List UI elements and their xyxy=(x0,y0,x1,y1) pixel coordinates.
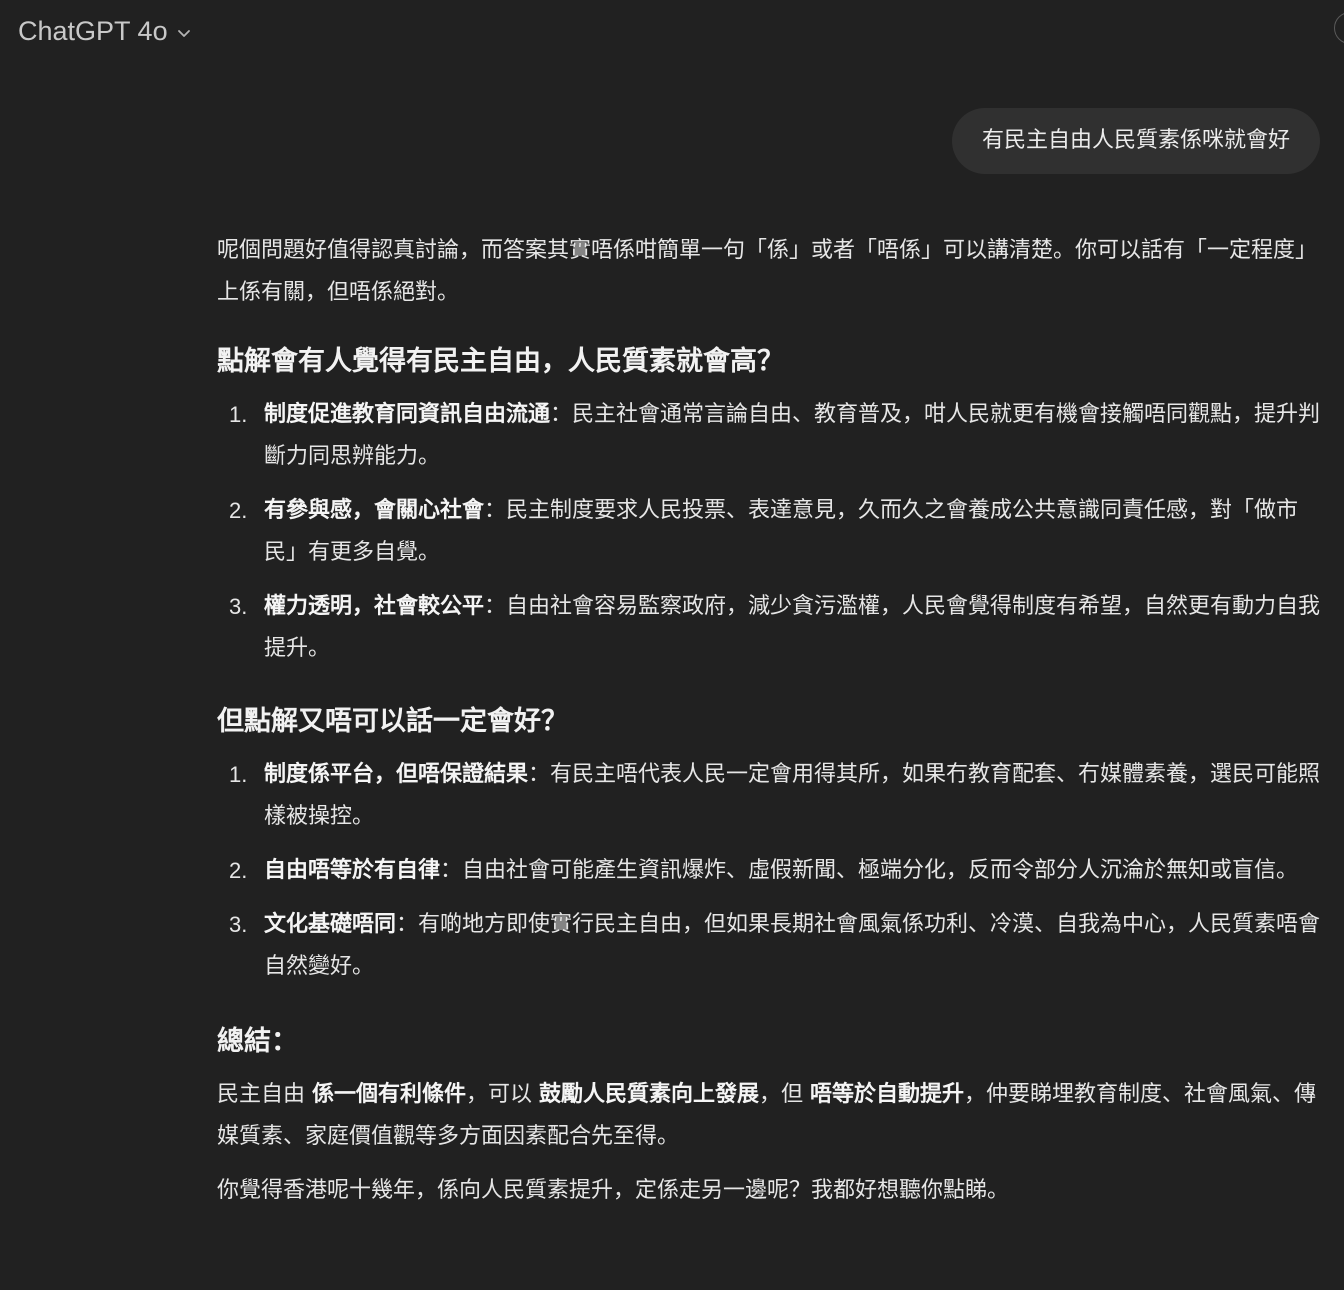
list-number: 1. xyxy=(229,402,248,427)
list-item: 2. 自由唔等於有自律：自由社會可能產生資訊爆炸、虛假新聞、極端分化，反而令部分… xyxy=(217,850,1324,892)
list-item-title: 制度促進教育同資訊自由流通 xyxy=(264,402,551,427)
assistant-message: 呢個問題好值得認真討論，而答案其實唔係咁簡單一句「係」或者「唔係」可以講清楚。你… xyxy=(217,230,1324,1212)
profile-button[interactable] xyxy=(1334,12,1344,44)
summary-bold: 鼓勵人民質素向上發展 xyxy=(539,1082,760,1107)
user-message-row: 有民主自由人民質素係咪就會好 xyxy=(951,108,1320,174)
model-selector[interactable]: ChatGPT 4o xyxy=(18,12,192,50)
list-item-title: 有參與感，會關心社會 xyxy=(264,498,485,523)
list-item: 3. 文化基礎唔同：有啲地方即使實行民主自由，但如果長期社會風氣係功利、冷漠、自… xyxy=(217,904,1324,988)
summary-text: 民主自由 xyxy=(217,1082,312,1107)
list-item-text: ：有啲地方即使實行民主自由，但如果長期社會風氣係功利、冷漠、自我為中心，人民質素… xyxy=(264,912,1321,979)
list-number: 3. xyxy=(229,594,248,619)
list-number: 2. xyxy=(229,858,248,883)
list-item-title: 制度係平台，但唔保證結果 xyxy=(264,762,529,787)
intro-paragraph: 呢個問題好值得認真討論，而答案其實唔係咁簡單一句「係」或者「唔係」可以講清楚。你… xyxy=(217,238,1318,305)
list-item-title: 文化基礎唔同 xyxy=(264,912,397,937)
list-item: 1. 制度促進教育同資訊自由流通：民主社會通常言論自由、教育普及，咁人民就更有機… xyxy=(217,394,1324,478)
summary-bold: 唔等於自動提升 xyxy=(810,1082,965,1107)
summary-text: ，但 xyxy=(759,1082,811,1107)
section-heading-why-yes: 點解會有人覺得有民主自由，人民質素就會高？ xyxy=(217,346,784,377)
list-item-title: 權力透明，社會較公平 xyxy=(264,594,485,619)
list-number: 2. xyxy=(229,498,248,523)
list-item: 3. 權力透明，社會較公平：自由社會容易監察政府，減少貪污濫權，人民會覺得制度有… xyxy=(217,586,1324,670)
summary-text: ，可以 xyxy=(466,1082,540,1107)
list-item: 2. 有參與感，會關心社會：民主制度要求人民投票、表達意見，久而久之會養成公共意… xyxy=(217,490,1324,574)
counterpoints-list: 1. 制度係平台，但唔保證結果：有民主唔代表人民一定會用得其所，如果冇教育配套、… xyxy=(217,754,1324,988)
summary-heading: 總結： xyxy=(217,1026,298,1057)
user-message-bubble: 有民主自由人民質素係咪就會好 xyxy=(951,108,1320,174)
top-bar: ChatGPT 4o xyxy=(0,0,1344,62)
summary-bold: 係一個有利條件 xyxy=(312,1082,467,1107)
chevron-down-icon xyxy=(177,29,190,37)
list-item-text: ：自由社會可能產生資訊爆炸、虛假新聞、極端分化，反而令部分人沉淪於無知或盲信。 xyxy=(440,858,1299,883)
model-name: ChatGPT 4o xyxy=(18,15,168,46)
list-number: 3. xyxy=(229,912,248,937)
section-heading-why-not: 但點解又唔可以話一定會好？ xyxy=(217,706,568,737)
list-item: 1. 制度係平台，但唔保證結果：有民主唔代表人民一定會用得其所，如果冇教育配套、… xyxy=(217,754,1324,838)
list-item-title: 自由唔等於有自律 xyxy=(264,858,441,883)
summary-paragraph: 民主自由 係一個有利條件，可以 鼓勵人民質素向上發展，但 唔等於自動提升，仲要睇… xyxy=(217,1074,1324,1158)
list-number: 1. xyxy=(229,762,248,787)
closing-question: 你覺得香港呢十幾年，係向人民質素提升，定係走另一邊呢？我都好想聽你點睇。 xyxy=(217,1178,1010,1203)
reasons-list: 1. 制度促進教育同資訊自由流通：民主社會通常言論自由、教育普及，咁人民就更有機… xyxy=(217,394,1324,670)
